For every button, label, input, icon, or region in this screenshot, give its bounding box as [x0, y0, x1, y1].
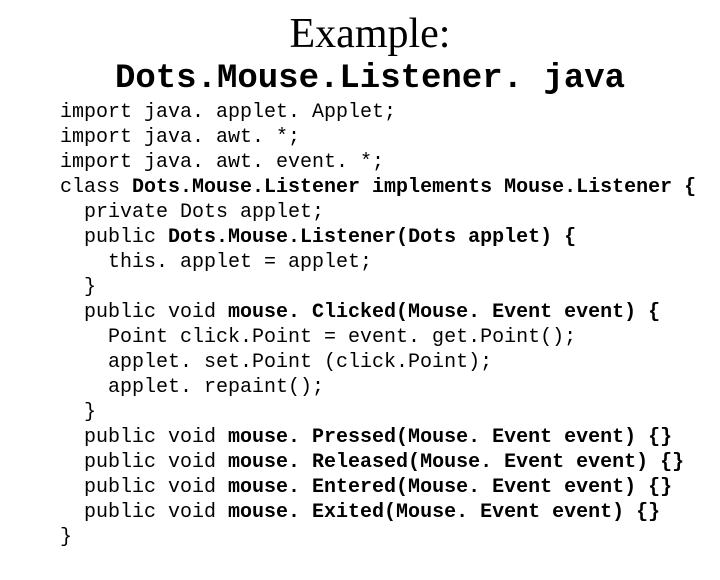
code-line: this. applet = applet; — [60, 251, 372, 274]
code-line: applet. set.Point (click.Point); — [60, 351, 492, 374]
code-bold: mouse. Exited(Mouse. Event event) {} — [228, 501, 660, 524]
code-line: } — [60, 276, 96, 299]
slide-title: Example: — [60, 10, 680, 58]
slide-subtitle: Dots.Mouse.Listener. java — [60, 60, 680, 98]
code-line: } — [60, 526, 72, 549]
code-line: import java. applet. Applet; — [60, 101, 396, 124]
code-line: public void — [60, 501, 228, 524]
code-line: private Dots applet; — [60, 201, 324, 224]
code-line: public — [60, 226, 168, 249]
code-block: import java. applet. Applet; import java… — [60, 100, 680, 550]
code-line: class — [60, 176, 132, 199]
code-line: } — [60, 401, 96, 424]
code-bold: mouse. Released(Mouse. Event event) {} — [228, 451, 684, 474]
code-bold: Dots.Mouse.Listener(Dots applet) { — [168, 226, 576, 249]
code-bold: mouse. Pressed(Mouse. Event event) {} — [228, 426, 672, 449]
slide: Example: Dots.Mouse.Listener. java impor… — [0, 0, 720, 580]
code-line: public void — [60, 451, 228, 474]
code-bold: Dots.Mouse.Listener implements Mouse.Lis… — [132, 176, 696, 199]
code-line: Point click.Point = event. get.Point(); — [60, 326, 576, 349]
code-line: import java. awt. *; — [60, 126, 300, 149]
code-bold: mouse. Clicked(Mouse. Event event) { — [228, 301, 660, 324]
code-line: public void — [60, 476, 228, 499]
code-bold: mouse. Entered(Mouse. Event event) {} — [228, 476, 672, 499]
code-line: import java. awt. event. *; — [60, 151, 384, 174]
code-line: applet. repaint(); — [60, 376, 324, 399]
code-line: public void — [60, 301, 228, 324]
code-line: public void — [60, 426, 228, 449]
